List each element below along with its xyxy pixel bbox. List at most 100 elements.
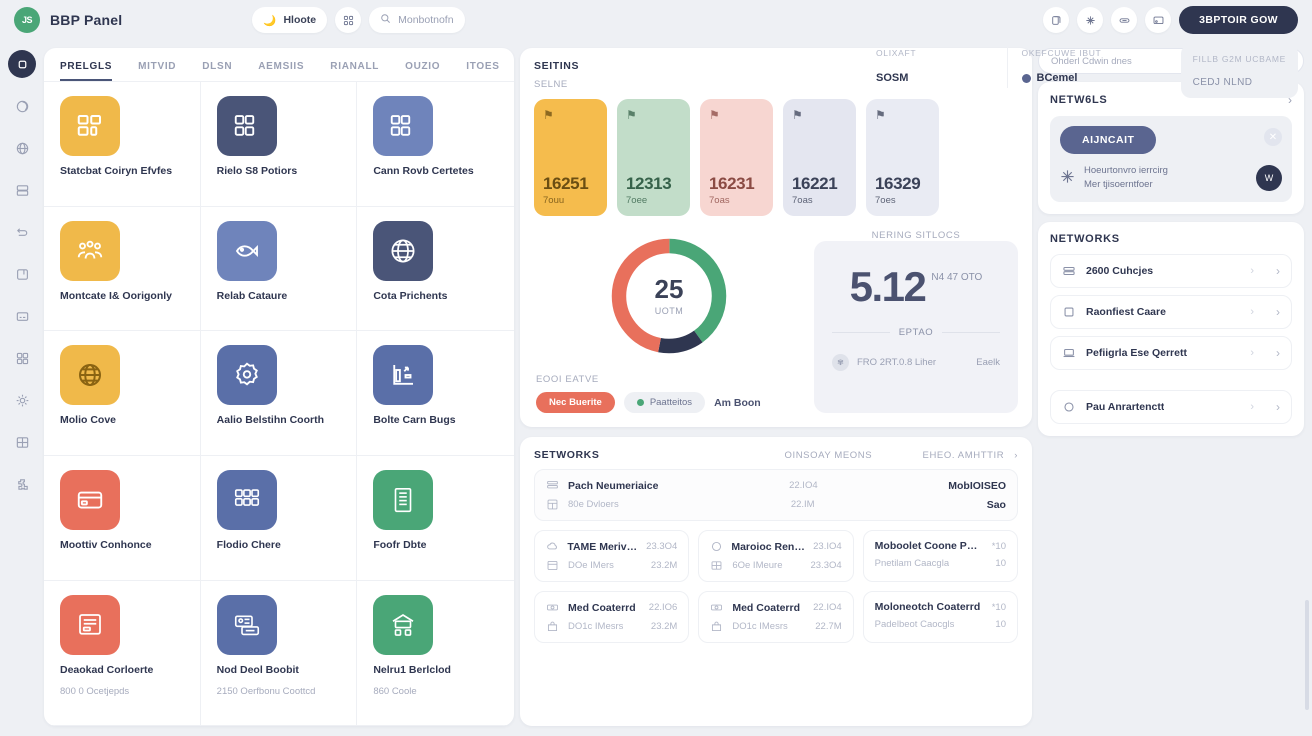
rail-item-dashboard[interactable] — [8, 50, 36, 78]
rail-item-settings[interactable] — [8, 386, 36, 414]
server-icon — [1062, 264, 1076, 278]
stat-card-3[interactable]: ⚑ 16221 7oas — [783, 99, 856, 216]
legend-chip-1-label: Paatteitos — [649, 397, 693, 408]
list-item[interactable]: Moloneotch Coaterrd *10 Padelbeot Caocgl… — [862, 591, 1018, 643]
row-value-1: *10 — [991, 540, 1006, 552]
metric-value-row: 5.12 N4 47 OTO — [832, 266, 1000, 308]
tile-8[interactable]: Bolte Carn Bugs — [357, 331, 514, 456]
cloud-icon — [546, 540, 559, 553]
tile-1[interactable]: Rielo S8 Potiors — [200, 82, 358, 207]
legend-chip-1[interactable]: Paatteitos — [623, 392, 706, 413]
tile-13[interactable]: Nod Deol Boobit 2150 Oerfbonu Coottcd — [200, 580, 358, 726]
rail-item-table[interactable] — [8, 428, 36, 456]
tile-9[interactable]: Moottiv Conhonce — [44, 455, 201, 581]
cta-button[interactable]: 3BPTOIR GOW — [1179, 6, 1298, 34]
tab-2[interactable]: DLSN — [202, 61, 232, 81]
network-item-1[interactable]: Raonfiest Caare › › — [1050, 294, 1292, 329]
tile-11[interactable]: Foofr Dbte — [357, 456, 514, 581]
list-item[interactable]: TAME Merivem 23.3O4 DOe IMers 23.2M — [534, 530, 690, 582]
flag-icon: ⚑ — [875, 108, 886, 122]
stat-card-4[interactable]: ⚑ 16329 7oes — [866, 99, 939, 216]
tile-0[interactable]: Statcbat Coiryn Efvfes — [44, 82, 201, 207]
tile-6[interactable]: Molio Cove — [44, 331, 201, 456]
tab-3[interactable]: AEMSIIS — [258, 61, 304, 81]
row-value-2: 22.7M — [815, 621, 842, 632]
rail-item-globe[interactable] — [8, 134, 36, 162]
row-secondary: DO1c IMesrs 22.7M — [710, 620, 842, 633]
row-title: Maroioc Rentend — [731, 540, 805, 553]
rail-item-terminal[interactable] — [8, 302, 36, 330]
row-primary: Maroioc Rentend 23.IO4 — [710, 540, 842, 553]
stat-card-2[interactable]: ⚑ 16231 7oas — [700, 99, 773, 216]
tab-1[interactable]: MITVID — [138, 61, 176, 81]
tile-2[interactable]: Cann Rovb Certetes — [357, 82, 514, 207]
chevron-right-icon[interactable]: › — [1276, 400, 1280, 414]
legend-chip-0[interactable]: Nec Buerite — [536, 392, 615, 413]
stat-value: 16231 — [709, 174, 755, 193]
rail-item-layers[interactable] — [8, 176, 36, 204]
row-title: Moboolet Coone Puheteeet — [874, 540, 984, 552]
row-sub: Padelbeot Caocgls — [874, 619, 955, 630]
list-item[interactable]: Med Coaterrd 22.IO6 DO1c IMesrs 23.2M — [534, 591, 690, 643]
donut-value: 25 — [654, 274, 684, 304]
stat-card-0[interactable]: ⚑ 16251 7ouu — [534, 99, 607, 216]
tile-title: Molio Cove — [60, 414, 117, 427]
top-bar-actions: 3BPTOIR GOW — [1043, 6, 1298, 34]
tile-12[interactable]: Deaokad Corloerte 800 0 Ocetjepds — [44, 580, 201, 726]
list-item[interactable]: Med Coaterrd 22.IO4 DO1c IMesrs 22.7M — [698, 591, 854, 643]
tab-bar: PRELGLS MITVID DLSN AEMSIIS RIANALL OUZI… — [44, 48, 514, 82]
row-primary: Moloneotch Coaterrd *10 — [875, 601, 1006, 613]
rail-item-apps[interactable] — [8, 344, 36, 372]
chevron-right-icon[interactable]: › — [1276, 264, 1280, 278]
page-scrollbar[interactable] — [1305, 600, 1309, 710]
tile-14[interactable]: Nelru1 Berlclod 860 Coole — [357, 581, 514, 726]
network-item-0[interactable]: 2600 Cuhcjes › › — [1050, 253, 1292, 288]
rail-item-panel[interactable] — [8, 260, 36, 288]
tile-title: Deaokad Corloerte — [60, 663, 154, 676]
apps-icon[interactable] — [335, 7, 362, 33]
list-item[interactable]: Maroioc Rentend 23.IO4 6Oe IMeure 23.3O4 — [698, 530, 854, 582]
list-item[interactable]: Moboolet Coone Puheteeet *10 Pnetilam Ca… — [862, 530, 1018, 582]
copy-icon[interactable] — [1043, 7, 1070, 33]
tile-4[interactable]: Relab Cataure — [200, 206, 358, 332]
promo-box: AIJNCAIT ✕ Hoeurtonvro ierrcirg Mer tjis… — [1050, 116, 1292, 202]
sparkle-icon[interactable] — [1077, 7, 1104, 33]
rail-item-flow[interactable] — [8, 218, 36, 246]
tab-4[interactable]: RIANALL — [330, 61, 379, 81]
monitor-icon[interactable] — [1145, 7, 1172, 33]
mode-pill[interactable]: 🌙 Hloote — [252, 7, 328, 33]
search-input[interactable]: Monbotnofn — [369, 7, 465, 33]
network-item-2[interactable]: Pefiigrla Ese Qerrett › › — [1050, 335, 1292, 370]
rail-item-puzzle[interactable] — [8, 470, 36, 498]
close-icon[interactable]: ✕ — [1264, 128, 1282, 146]
network-item-3[interactable]: Pau Anrartenctt › › — [1050, 389, 1292, 424]
bag-icon — [710, 620, 724, 633]
stat-value: 16251 — [543, 174, 589, 193]
networks-panel: NETWORKS 2600 Cuhcjes › › Raonfiest Caar… — [1038, 221, 1304, 436]
bottom-right-group[interactable]: EHEO. AMHTTIR › — [923, 450, 1018, 461]
tile-3[interactable]: Montcate I& Oorigonly — [44, 206, 201, 332]
link-icon[interactable] — [1111, 7, 1138, 33]
avatar[interactable]: W — [1256, 164, 1282, 191]
stat-card-1[interactable]: ⚑ 12313 7oee — [617, 99, 690, 216]
chart-legend: EOOI EATVE Nec Buerite Paatteitos Am Boo… — [534, 374, 804, 413]
list-item[interactable]: Pach Neumeriaice 22.IO4 MobIOISEO 80e Dv… — [534, 469, 1018, 521]
promo-button[interactable]: AIJNCAIT — [1060, 126, 1157, 154]
tile-5[interactable]: Cota Prichents — [357, 207, 514, 332]
tab-5[interactable]: OUZIO — [405, 61, 440, 81]
metric-card: 5.12 N4 47 OTO EPTAO ✾ FRO 2RT.0.8 Liher — [814, 241, 1018, 413]
chevron-right-icon[interactable]: › — [1276, 346, 1280, 360]
row-primary: Pach Neumeriaice 22.IO4 MobIOISEO — [546, 479, 1006, 492]
sparkle-icon — [1060, 169, 1075, 187]
tile-7[interactable]: Aalio Belstihn Coorth — [200, 331, 358, 456]
metric-foot-right[interactable]: Eaelk — [976, 357, 1000, 368]
legend-items: Nec Buerite Paatteitos Am Boon — [536, 392, 804, 413]
chevron-right-icon: › — [1250, 264, 1254, 277]
chevron-right-icon[interactable]: › — [1276, 305, 1280, 319]
tile-10[interactable]: Flodio Chere — [200, 455, 358, 581]
rail-item-activity[interactable] — [8, 92, 36, 120]
brand[interactable]: JS BBP Panel — [14, 7, 122, 33]
tab-0[interactable]: PRELGLS — [60, 61, 113, 81]
tab-6[interactable]: ITOES — [466, 61, 499, 81]
row-value-2: 23.3O4 — [810, 560, 842, 571]
